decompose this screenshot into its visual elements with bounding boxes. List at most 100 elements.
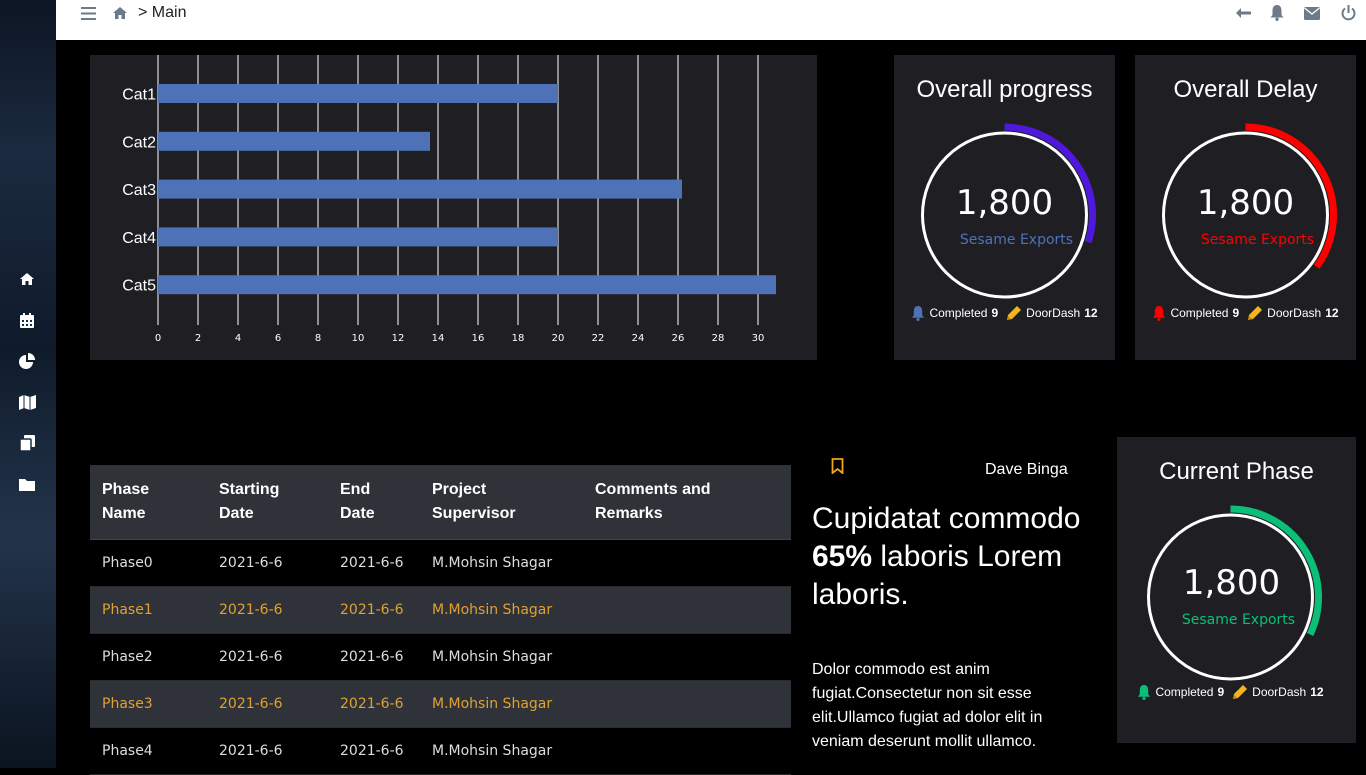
x-tick-label: 0 <box>155 333 161 344</box>
table-cell <box>583 727 791 775</box>
pie-chart-icon[interactable] <box>18 352 36 370</box>
phases-table: Phase Name Starting Date End Date Projec… <box>90 465 791 775</box>
card-footer: Completed 9 DoorDash 12 <box>894 305 1115 321</box>
overall-delay-card: Overall Delay 1,800 Sesame Exports Compl… <box>1135 55 1356 360</box>
calendar-icon[interactable] <box>18 311 36 329</box>
table-cell: 2021-6-6 <box>207 539 328 587</box>
doordash-label: DoorDash <box>1267 306 1322 320</box>
menu-icon[interactable] <box>79 4 97 22</box>
table-row[interactable]: Phase3 2021-6-6 2021-6-6 M.Mohsin Shagar <box>90 680 791 728</box>
author-name: Dave Binga <box>985 461 1068 478</box>
x-tick-label: 4 <box>235 333 241 344</box>
table-cell: M.Mohsin Shagar <box>420 586 583 634</box>
bell-icon <box>912 305 925 321</box>
x-tick-label: 18 <box>512 333 525 344</box>
x-tick-label: 6 <box>275 333 281 344</box>
table-cell: 2021-6-6 <box>207 586 328 634</box>
bar <box>158 131 430 151</box>
table-cell <box>583 586 791 634</box>
bell-icon <box>1138 684 1151 700</box>
table-cell: 2021-6-6 <box>207 633 328 681</box>
table-cell: 2021-6-6 <box>207 680 328 728</box>
doordash-count: 12 <box>1084 306 1098 320</box>
ring-value: 1,800 <box>1196 183 1295 223</box>
table-cell: 2021-6-6 <box>328 539 420 587</box>
x-tick-label: 30 <box>752 333 765 344</box>
doordash-count: 12 <box>1310 685 1324 699</box>
doordash-label: DoorDash <box>1026 306 1081 320</box>
table-cell: M.Mohsin Shagar <box>420 539 583 587</box>
table-cell: 2021-6-6 <box>328 633 420 681</box>
completed-label: Completed <box>1155 685 1214 699</box>
bar <box>158 275 776 295</box>
table-row[interactable]: Phase1 2021-6-6 2021-6-6 M.Mohsin Shagar <box>90 586 791 634</box>
column-header[interactable]: Phase Name <box>90 465 207 540</box>
sidebar <box>0 0 56 768</box>
article-headline: Cupidatat commodo 65% laboris Lorem labo… <box>812 500 1092 614</box>
table-row[interactable]: Phase2 2021-6-6 2021-6-6 M.Mohsin Shagar <box>90 633 791 681</box>
table-cell: 2021-6-6 <box>207 727 328 775</box>
category-label: Cat3 <box>122 182 156 199</box>
map-icon[interactable] <box>18 393 36 411</box>
card-footer: Completed 9 DoorDash 12 <box>1135 305 1356 321</box>
table-cell: Phase4 <box>90 727 207 775</box>
ring-subtitle: Sesame Exports <box>959 232 1074 248</box>
x-tick-label: 10 <box>352 333 365 344</box>
bar-chart: 0 2 4 6 8 10 12 14 16 18 20 22 24 26 28 30Cat1Cat2Cat3C… <box>122 55 776 344</box>
x-tick-label: 2 <box>195 333 201 344</box>
x-tick-label: 14 <box>432 333 445 344</box>
bar <box>158 227 558 247</box>
completed-label: Completed <box>1170 306 1229 320</box>
table-cell: Phase2 <box>90 633 207 681</box>
x-tick-label: 28 <box>712 333 725 344</box>
table-cell <box>583 633 791 681</box>
doordash-label: DoorDash <box>1252 685 1307 699</box>
bookmark-icon[interactable] <box>831 458 845 475</box>
ring-subtitle: Sesame Exports <box>1200 232 1315 248</box>
headline-text: Cupidatat commodo <box>812 502 1081 535</box>
pencil-icon <box>1007 306 1022 320</box>
category-label: Cat1 <box>122 87 156 104</box>
category-label: Cat5 <box>122 278 156 295</box>
x-tick-label: 8 <box>315 333 321 344</box>
column-header[interactable]: End Date <box>328 465 420 540</box>
x-tick-label: 16 <box>472 333 485 344</box>
category-label: Cat2 <box>122 134 156 151</box>
table-cell: M.Mohsin Shagar <box>420 727 583 775</box>
table-cell: Phase0 <box>90 539 207 587</box>
bar <box>158 179 682 199</box>
mail-icon[interactable] <box>1303 4 1321 22</box>
table-header-row: Phase Name Starting Date End Date Projec… <box>90 465 791 540</box>
bell-icon <box>1153 305 1166 321</box>
table-cell: Phase3 <box>90 680 207 728</box>
x-tick-label: 26 <box>672 333 685 344</box>
column-header[interactable]: Starting Date <box>207 465 328 540</box>
table-cell <box>583 680 791 728</box>
back-arrow-icon[interactable] <box>1234 4 1252 22</box>
column-header[interactable]: Project Supervisor <box>420 465 583 540</box>
bell-icon[interactable] <box>1268 4 1286 22</box>
home-icon[interactable] <box>18 270 36 288</box>
power-icon[interactable] <box>1339 4 1357 22</box>
x-tick-label: 24 <box>632 333 645 344</box>
home-icon[interactable] <box>111 4 129 22</box>
doordash-count: 12 <box>1325 306 1339 320</box>
pencil-icon <box>1233 685 1248 699</box>
x-tick-label: 20 <box>552 333 565 344</box>
ring-value: 1,800 <box>955 183 1054 223</box>
folder-icon[interactable] <box>18 475 36 493</box>
article-body: Dolor commodo est anim fugiat.Consectetu… <box>812 661 1043 750</box>
table-cell <box>583 539 791 587</box>
copy-icon[interactable] <box>18 434 36 452</box>
column-header[interactable]: Comments and Remarks <box>583 465 791 540</box>
table-row[interactable]: Phase0 2021-6-6 2021-6-6 M.Mohsin Shagar <box>90 539 791 587</box>
card-footer: Completed 9 DoorDash 12 <box>1111 684 1350 700</box>
bar <box>158 84 558 103</box>
completed-count: 9 <box>1232 306 1240 320</box>
table-row[interactable]: Phase4 2021-6-6 2021-6-6 M.Mohsin Shagar <box>90 727 791 775</box>
completed-label: Completed <box>929 306 988 320</box>
overall-progress-card: Overall progress 1,800 Sesame Exports Co… <box>894 55 1115 360</box>
table-cell: M.Mohsin Shagar <box>420 680 583 728</box>
bar-chart-panel: 0 2 4 6 8 10 12 14 16 18 20 22 24 26 28 30 Cat1 Cat2 Cat3 C… <box>90 55 817 360</box>
breadcrumb[interactable]: > Main <box>138 4 186 22</box>
